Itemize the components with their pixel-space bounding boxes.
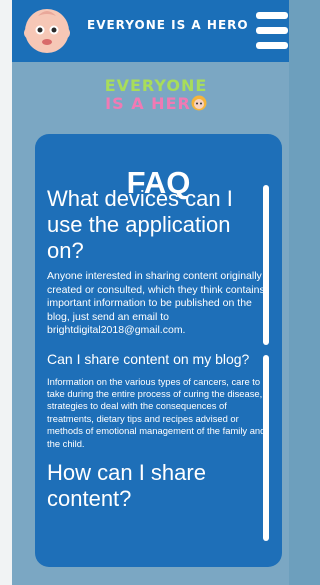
baby-face-icon[interactable] [24, 8, 70, 54]
logo-line-2: IS A HER [96, 95, 216, 113]
logo-line-2-text: IS A HER [105, 94, 191, 113]
faq-question-3: How can I share content? [47, 459, 206, 511]
logo-line-1: EVERYONE [104, 76, 208, 95]
faq-card: FAQ What devices can I use the applicati… [35, 134, 282, 567]
faq-answer-2: Information on the various types of canc… [47, 375, 266, 449]
faq-scroll-area[interactable]: What devices can I use the application o… [47, 186, 269, 546]
app-header: EVERYONE IS A HERO [12, 0, 289, 62]
faq-question-2: Can I share content on my blog? [47, 350, 250, 367]
site-logo: EVERYONE IS A HER [96, 77, 216, 117]
faq-scrollbar[interactable] [263, 185, 269, 541]
faq-answer-1: Anyone interested in sharing content ori… [47, 270, 265, 336]
logo-baby-face-icon [191, 95, 207, 111]
app-title: EVERYONE IS A HERO [87, 18, 249, 32]
hamburger-menu-icon[interactable] [256, 12, 288, 50]
faq-scrollbar-lower [263, 355, 269, 541]
faq-question-1: What devices can I use the application o… [47, 186, 233, 263]
left-rail [0, 0, 12, 585]
faq-scrollbar-thumb[interactable] [263, 185, 269, 345]
